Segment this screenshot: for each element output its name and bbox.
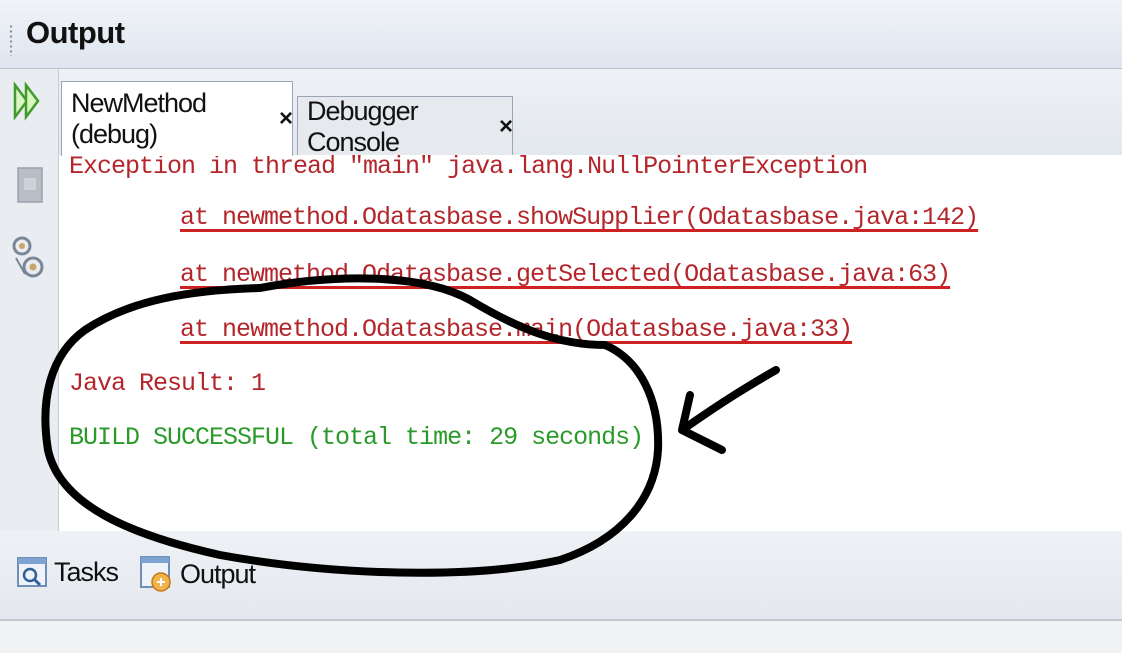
rerun-icon[interactable] (12, 81, 44, 121)
tasks-window-tab[interactable]: Tasks (16, 555, 119, 589)
stack-trace-link[interactable]: at newmethod.Odatasbase.main(Odatasbase.… (180, 315, 853, 344)
console-line-build-status: BUILD SUCCESSFUL (total time: 29 seconds… (69, 423, 644, 452)
settings-icon[interactable] (11, 234, 45, 284)
tasks-icon (17, 557, 47, 587)
drag-grip-icon[interactable] (9, 24, 13, 56)
tasks-label: Tasks (54, 556, 119, 587)
tab-label: Debugger Console (307, 95, 419, 157)
window-tab-bar: Tasks Output (0, 531, 1122, 621)
console-line-result: Java Result: 1 (69, 369, 266, 398)
output-console[interactable]: Exception in thread "main" java.lang.Nul… (59, 155, 1122, 532)
output-tab-strip: NewMethod (debug) × Debugger Console × (59, 69, 1122, 157)
output-toolbar (0, 69, 59, 531)
tab-label: NewMethod (debug) (71, 88, 207, 149)
stack-trace-link[interactable]: at newmethod.Odatasbase.showSupplier(Oda… (180, 203, 979, 232)
stack-trace-link[interactable]: at newmethod.Odatasbase.getSelected(Odat… (180, 260, 951, 289)
tab-newmethod-debug[interactable]: NewMethod (debug) × (61, 81, 293, 156)
close-icon[interactable]: × (499, 113, 513, 141)
tab-debugger-console[interactable]: Debugger Console × (297, 95, 513, 157)
window-title: Output (26, 15, 125, 50)
output-window-titlebar[interactable]: Output (0, 0, 1122, 69)
status-bar (0, 621, 1122, 653)
close-icon[interactable]: × (279, 105, 293, 133)
output-icon (140, 556, 171, 592)
output-window-tab[interactable]: Output (138, 555, 256, 593)
output-label: Output (180, 558, 256, 589)
stop-icon[interactable] (17, 167, 43, 203)
console-line-exception: Exception in thread "main" java.lang.Nul… (69, 155, 868, 181)
